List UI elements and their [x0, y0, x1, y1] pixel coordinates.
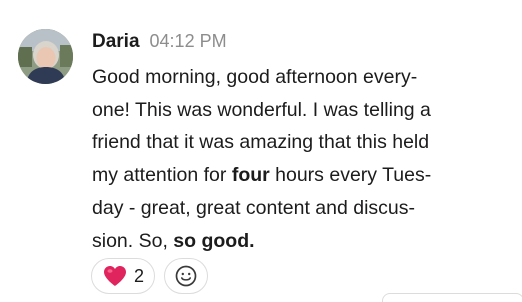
- reaction-bar: 2: [91, 258, 209, 294]
- bold-text: so good.: [173, 229, 255, 252]
- bold-text: four: [231, 164, 270, 187]
- message-body: Good morning, good afternoon every- one!…: [92, 61, 497, 257]
- smiley-icon: [175, 265, 197, 287]
- heart-emoji-icon: [104, 266, 126, 286]
- message-line: one! This was wonderful. I was telling a: [92, 98, 431, 121]
- message-text: hours every Tues-: [269, 164, 432, 187]
- add-reaction-button[interactable]: [164, 258, 209, 294]
- author-name[interactable]: Daria: [92, 31, 140, 53]
- message-text: sion. So,: [92, 229, 174, 252]
- message-text: my attention for: [92, 164, 232, 187]
- message-line: day - great, great content and discus-: [92, 196, 416, 219]
- message-line: friend that it was amazing that this hel…: [92, 131, 430, 154]
- chat-message: Daria 04:12 PM Good morning, good aftern…: [0, 0, 522, 302]
- message-header: Daria 04:12 PM: [92, 31, 227, 55]
- avatar-photo: [18, 29, 73, 84]
- user-avatar[interactable]: [18, 29, 73, 84]
- partial-card-edge: [382, 293, 522, 302]
- heart-reaction-button[interactable]: 2: [91, 258, 156, 294]
- message-line: sion. So, so good.: [92, 225, 497, 258]
- message-line: my attention for four hours every Tues-: [92, 159, 497, 192]
- reaction-count: 2: [134, 265, 145, 286]
- message-line: Good morning, good afternoon every-: [92, 66, 418, 88]
- message-timestamp[interactable]: 04:12 PM: [150, 31, 227, 52]
